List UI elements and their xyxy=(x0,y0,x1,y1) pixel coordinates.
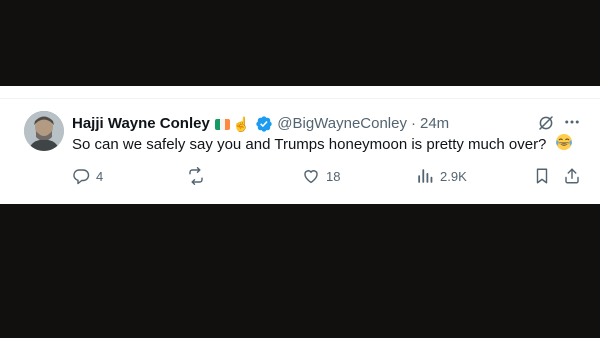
display-name[interactable]: Hajji Wayne Conley xyxy=(72,113,210,135)
repost-icon xyxy=(189,167,203,185)
pointing-up-emoji: ☝️ xyxy=(232,116,251,132)
tweet-card[interactable]: Hajji Wayne Conley ☝️ @BigWayneConley · … xyxy=(0,86,600,204)
avatar[interactable] xyxy=(24,111,64,151)
views-button[interactable]: 2.9K xyxy=(416,166,467,186)
user-handle[interactable]: @BigWayneConley xyxy=(277,113,407,135)
grok-icon[interactable] xyxy=(537,114,555,132)
tweet-body: So can we safely say you and Trumps hone… xyxy=(72,136,547,153)
like-button[interactable]: 18 xyxy=(302,166,340,186)
bookmark-button[interactable] xyxy=(533,166,551,186)
divider xyxy=(0,98,600,99)
tweet-actions: 4 18 2.9K xyxy=(0,166,600,186)
reply-button[interactable]: 4 xyxy=(72,166,103,186)
tweet-text: So can we safely say you and Trumps hone… xyxy=(72,133,592,156)
views-count: 2.9K xyxy=(440,168,467,184)
verified-badge-icon xyxy=(256,116,272,132)
tweet-header: Hajji Wayne Conley ☝️ @BigWayneConley · … xyxy=(72,113,449,135)
more-icon[interactable] xyxy=(563,113,581,131)
timestamp[interactable]: 24m xyxy=(420,113,449,135)
heart-icon xyxy=(304,170,318,184)
share-icon xyxy=(565,168,579,184)
laughing-emoji-icon xyxy=(555,134,572,150)
reply-count: 4 xyxy=(96,168,104,184)
separator: · xyxy=(410,115,416,132)
share-button[interactable] xyxy=(563,166,581,186)
like-count: 18 xyxy=(326,168,341,184)
repost-button[interactable] xyxy=(187,166,211,186)
screen: Hajji Wayne Conley ☝️ @BigWayneConley · … xyxy=(0,0,600,338)
ireland-flag-icon xyxy=(214,118,230,130)
bookmark-icon xyxy=(536,168,548,184)
reply-icon xyxy=(73,169,90,185)
views-icon xyxy=(418,169,433,183)
